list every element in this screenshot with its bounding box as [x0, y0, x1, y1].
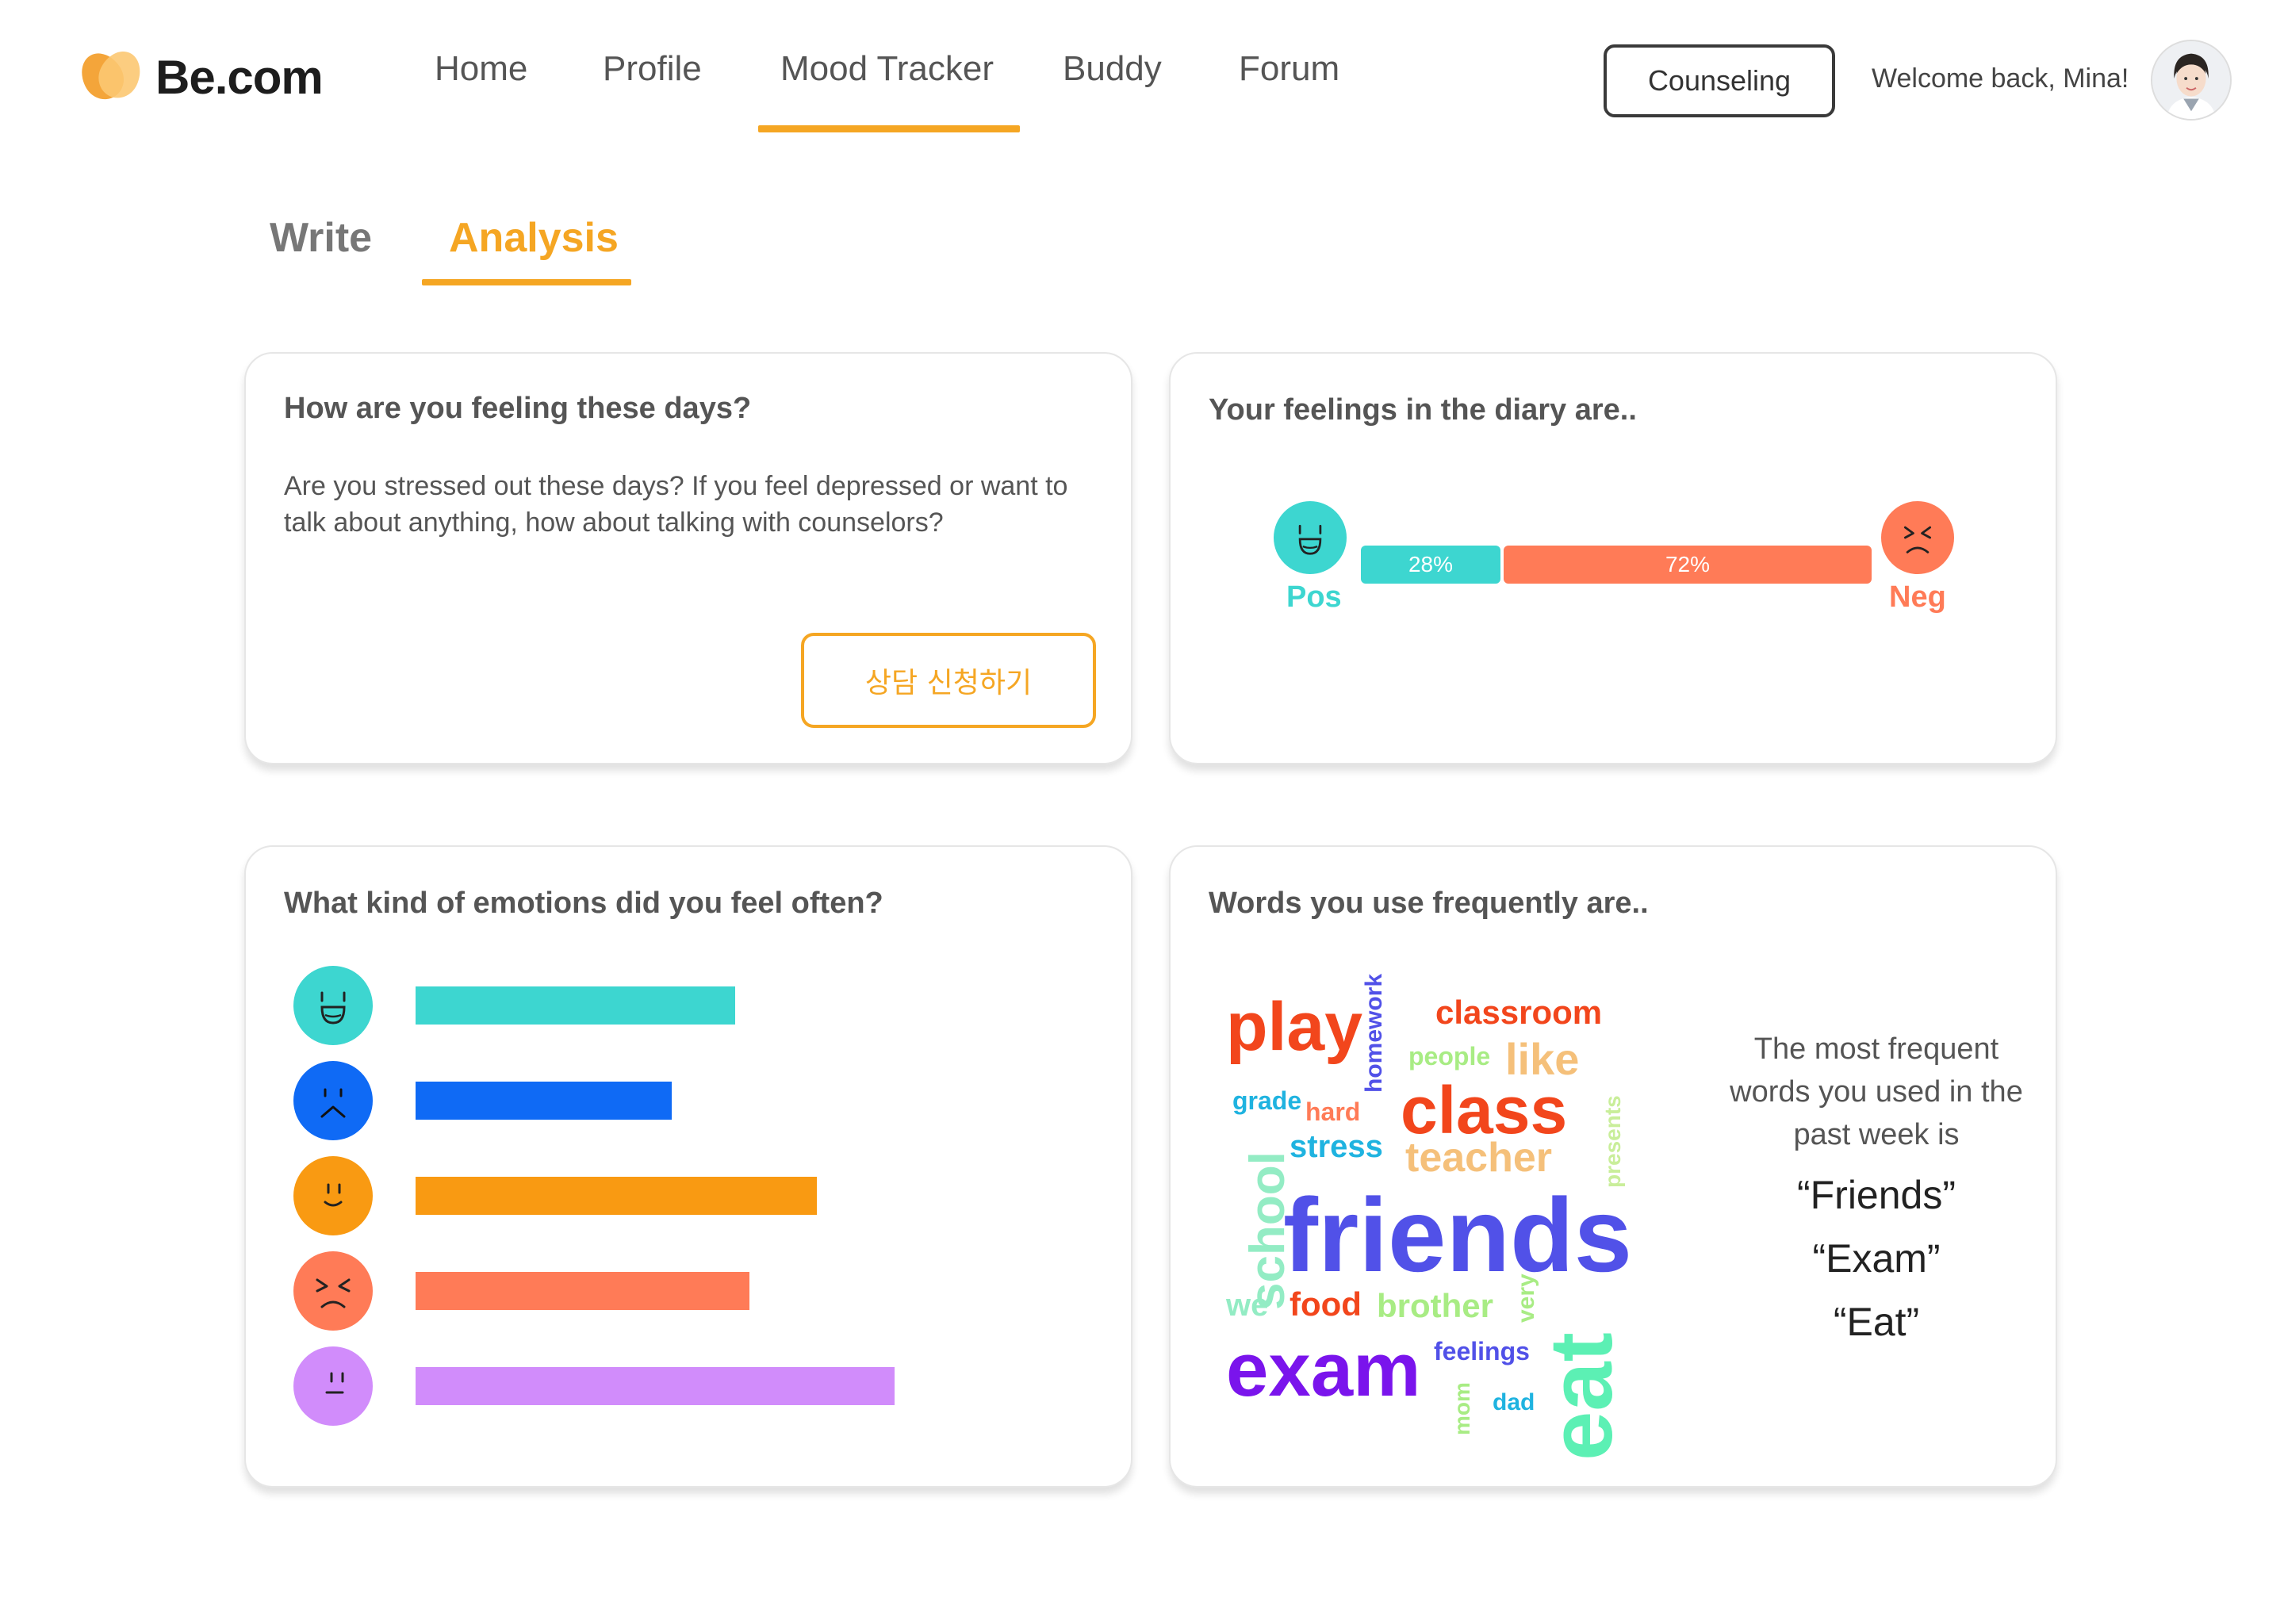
cloud-word: hard [1305, 1097, 1361, 1126]
nav-item-mood-tracker[interactable]: Mood Tracker [780, 49, 994, 136]
cloud-word: presents [1600, 1095, 1625, 1188]
top-word-1: “Friends” [1796, 1173, 1956, 1217]
emotion-bar-calm [416, 1177, 817, 1215]
tab-analysis[interactable]: Analysis [449, 214, 619, 262]
cloud-word: grade [1232, 1086, 1302, 1115]
cloud-word: teacher [1405, 1135, 1552, 1181]
cloud-word: feelings [1434, 1337, 1530, 1365]
positive-percent: 28% [1408, 552, 1454, 576]
nav-item-forum[interactable]: Forum [1239, 49, 1339, 136]
grinning-face-icon [293, 966, 373, 1045]
emotion-bar-sad [416, 1082, 672, 1120]
nav-item-buddy[interactable]: Buddy [1063, 49, 1162, 136]
cloud-word: class [1401, 1073, 1568, 1147]
cloud-word: friends [1283, 1177, 1633, 1293]
sad-face-icon [293, 1061, 373, 1140]
positive-bar: 28% [1361, 546, 1500, 584]
positive-label: Pos [1286, 580, 1342, 614]
cloud-word: stress [1290, 1129, 1383, 1164]
cloud-word: exam [1226, 1327, 1421, 1412]
heart-logo-icon [73, 44, 148, 107]
welcome-message: Welcome back, Mina! [1872, 63, 2129, 94]
cloud-word: play [1226, 989, 1363, 1065]
angry-face-icon [293, 1251, 373, 1331]
words-card-title: Words you use frequently are.. [1209, 887, 1649, 920]
emotion-bar-happy [416, 986, 735, 1025]
words-card: Words you use frequently are.. play home… [1169, 845, 2057, 1488]
cloud-word: people [1408, 1042, 1491, 1071]
tab-write[interactable]: Write [270, 214, 372, 262]
diary-card-title: Your feelings in the diary are.. [1209, 393, 1637, 427]
nav-item-profile[interactable]: Profile [603, 49, 702, 136]
angry-face-icon [1881, 501, 1954, 574]
cloud-word: eat [1531, 1332, 1631, 1461]
neutral-face-icon [293, 1346, 373, 1426]
negative-bar: 72% [1504, 546, 1872, 584]
word-cloud: play homework classroom people like pres… [1226, 973, 1654, 1461]
feeling-card-description: Are you stressed out these days? If you … [284, 471, 1068, 538]
emotions-card: What kind of emotions did you feel often… [244, 845, 1132, 1488]
tab-active-indicator [422, 279, 631, 285]
nav-active-indicator [758, 125, 1020, 132]
emotion-bar-neutral [416, 1367, 895, 1405]
emotion-bar-angry [416, 1272, 749, 1310]
nav-item-home[interactable]: Home [435, 49, 527, 136]
feeling-card-title: How are you feeling these days? [284, 392, 752, 425]
smiling-face-icon [293, 1156, 373, 1235]
apply-counseling-button[interactable]: 상담 신청하기 [801, 633, 1096, 728]
cloud-word: brother [1377, 1287, 1493, 1324]
counseling-button[interactable]: Counseling [1604, 44, 1835, 117]
brand-name: Be.com [155, 50, 324, 104]
emotions-card-title: What kind of emotions did you feel often… [284, 887, 883, 920]
cloud-word: dad [1493, 1389, 1535, 1415]
cloud-word: classroom [1435, 994, 1603, 1031]
cloud-word: mom [1450, 1382, 1474, 1435]
user-avatar[interactable] [2151, 40, 2232, 121]
feeling-card: How are you feeling these days? Are you … [244, 352, 1132, 764]
cloud-word: we [1226, 1288, 1269, 1323]
diary-sentiment-card: Your feelings in the diary are.. Pos 28%… [1169, 352, 2057, 764]
cloud-word: homework [1361, 973, 1387, 1093]
frequent-words-summary: The most frequent words you used in the … [1730, 1032, 2023, 1151]
top-word-3: “Eat” [1833, 1300, 1920, 1344]
cloud-word: very [1513, 1274, 1539, 1323]
negative-label: Neg [1889, 580, 1946, 614]
cloud-word: food [1290, 1285, 1362, 1323]
brand-logo[interactable]: Be.com [73, 44, 324, 107]
top-navigation-bar: Be.com Home Profile Mood Tracker Buddy F… [0, 0, 2284, 151]
grinning-face-icon [1274, 501, 1347, 574]
negative-percent: 72% [1665, 552, 1711, 576]
top-word-2: “Exam” [1812, 1236, 1941, 1281]
